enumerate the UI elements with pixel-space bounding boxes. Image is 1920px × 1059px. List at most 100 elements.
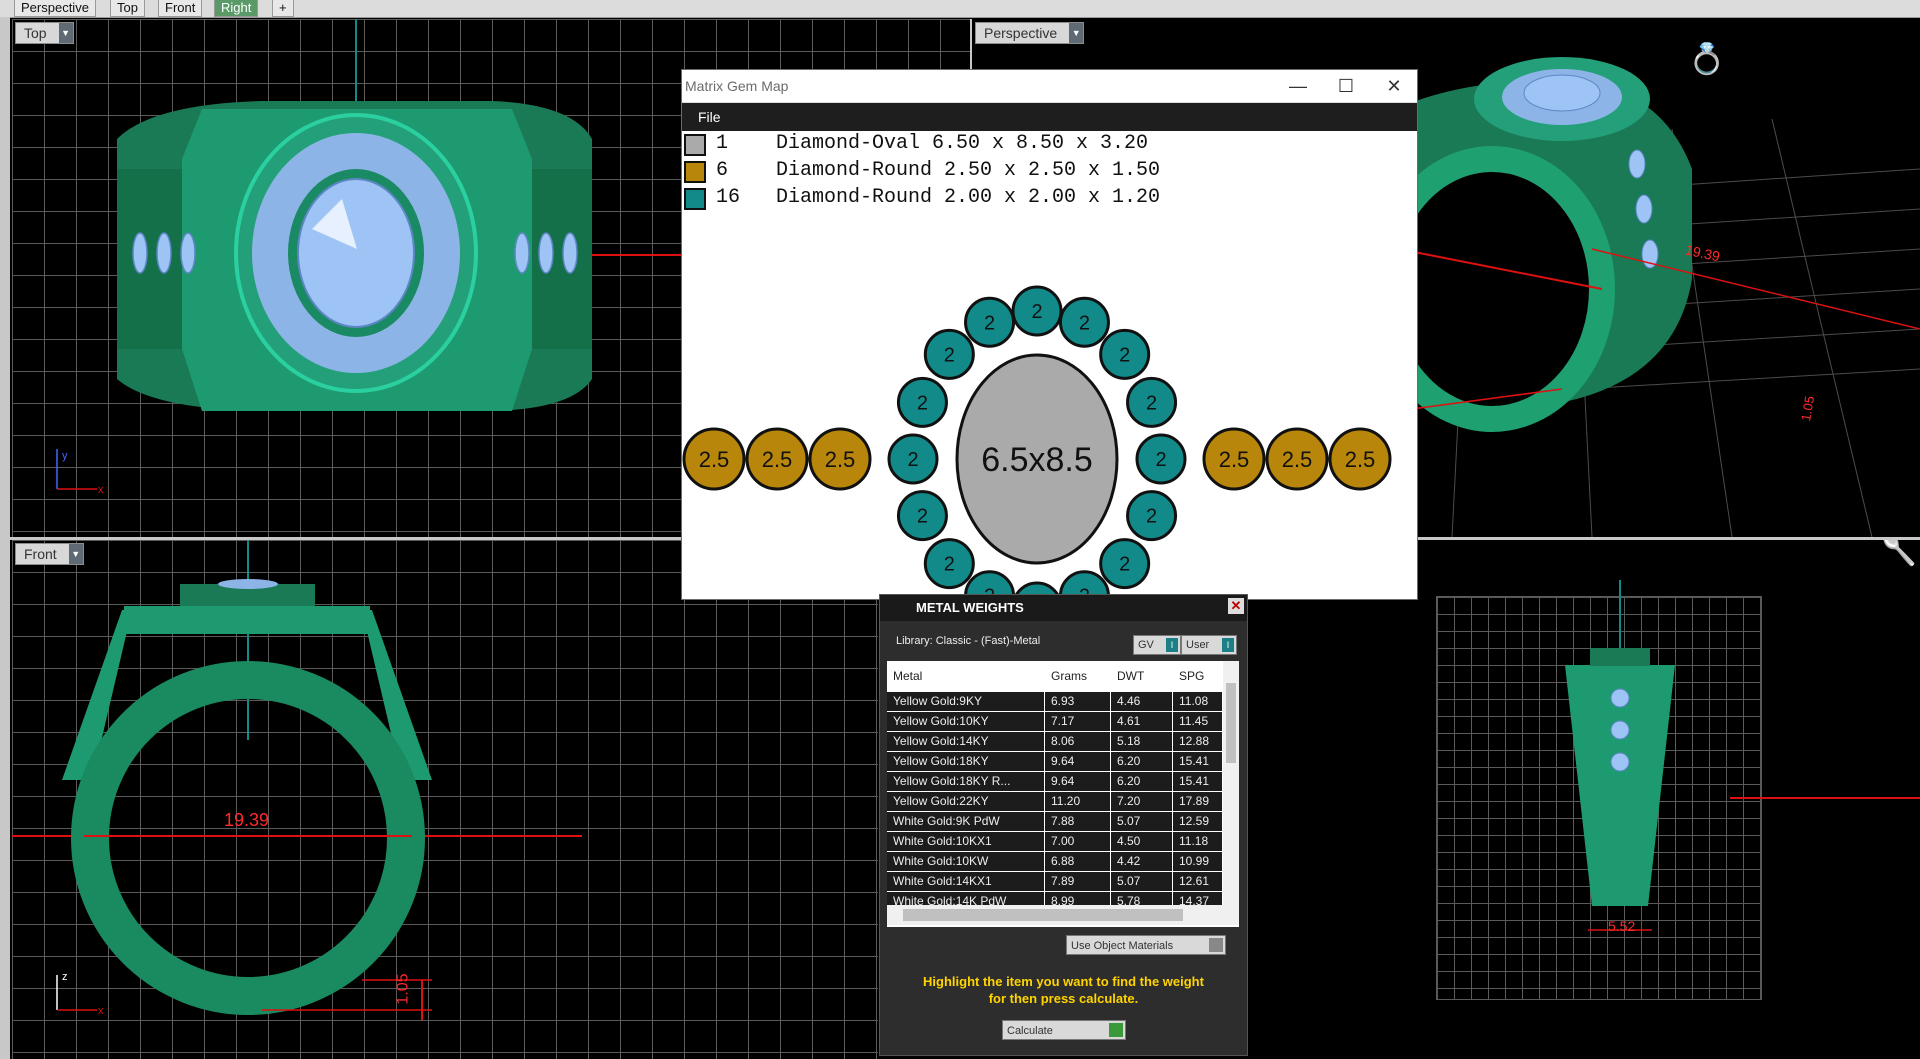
svg-text:y: y: [62, 450, 68, 462]
gv-toggle[interactable]: GV I: [1133, 635, 1181, 655]
table-cell: Yellow Gold:18KY: [887, 752, 1045, 771]
side-gem-label: 2.5: [1345, 447, 1376, 472]
svg-text:x: x: [98, 484, 104, 496]
menu-file[interactable]: File: [698, 109, 721, 125]
table-row[interactable]: White Gold:9K PdW 7.88 5.07 12.59: [887, 811, 1239, 831]
table-cell: 5.07: [1111, 872, 1173, 891]
viewport-label-top[interactable]: Top ▼: [15, 22, 74, 44]
table-cell: White Gold:10KX1: [887, 832, 1045, 851]
close-button[interactable]: ✕: [1371, 74, 1417, 98]
table-cell: 9.64: [1045, 772, 1111, 791]
calculate-button[interactable]: Calculate: [1002, 1020, 1126, 1040]
dimension-label: 5.52: [1608, 918, 1636, 934]
table-cell: 12.59: [1173, 812, 1223, 831]
ring-front-view: z x: [12, 540, 582, 1020]
metal-weights-titlebar[interactable]: METAL WEIGHTS ✕: [880, 595, 1247, 621]
panel-title: METAL WEIGHTS: [916, 600, 1024, 615]
side-gem-label: 2.5: [699, 447, 730, 472]
halo-gem-label: 2: [1155, 449, 1166, 471]
column-header[interactable]: Grams: [1051, 661, 1087, 691]
table-cell: 6.93: [1045, 692, 1111, 711]
table-cell: Yellow Gold:22KY: [887, 792, 1045, 811]
column-header[interactable]: Metal: [893, 661, 922, 691]
table-cell: 7.88: [1045, 812, 1111, 831]
table-cell: 10.99: [1173, 852, 1223, 871]
halo-gem-label: 2: [944, 554, 955, 576]
use-object-materials-dropdown[interactable]: Use Object Materials: [1066, 935, 1226, 955]
viewport-right[interactable]: 🥄 5.52: [1420, 540, 1920, 1059]
halo-gem-label: 2: [1079, 312, 1090, 334]
tab-top[interactable]: Top: [110, 0, 145, 17]
viewport-front[interactable]: z x 19.39 1.05 Front ▼: [12, 540, 878, 1059]
window-title: Matrix Gem Map: [685, 78, 789, 94]
table-cell: White Gold:10KW: [887, 852, 1045, 871]
table-cell: 6.20: [1111, 772, 1173, 791]
viewport-label-perspective[interactable]: Perspective ▼: [975, 22, 1085, 44]
maximize-button[interactable]: ☐: [1323, 74, 1369, 98]
gem-legend-row[interactable]: 6 Diamond-Round 2.50 x 2.50 x 1.50: [682, 159, 1160, 183]
table-cell: Yellow Gold:18KY R...: [887, 772, 1045, 791]
viewport-label-front[interactable]: Front ▼: [15, 543, 84, 565]
svg-text:💍: 💍: [1688, 41, 1725, 77]
table-cell: 17.89: [1173, 792, 1223, 811]
table-cell: 15.41: [1173, 752, 1223, 771]
table-row[interactable]: Yellow Gold:18KY R... 9.64 6.20 15.41: [887, 771, 1239, 791]
close-icon[interactable]: ✕: [1228, 598, 1244, 614]
table-cell: 11.08: [1173, 692, 1223, 711]
column-header[interactable]: DWT: [1117, 661, 1144, 691]
halo-gem-label: 2: [1119, 554, 1130, 576]
color-swatch: [684, 161, 706, 183]
tab-front[interactable]: Front: [158, 0, 203, 17]
metal-weights-table: Metal Grams DWT SPG Yellow Gold:9KY 6.93 4…: [887, 661, 1239, 927]
dropdown-icon[interactable]: ▼: [68, 544, 83, 564]
table-cell: 12.61: [1173, 872, 1223, 891]
halo-gem-label: 2: [1146, 392, 1157, 414]
metal-weights-panel: METAL WEIGHTS ✕ Library: Classic - (Fast…: [879, 594, 1248, 1056]
table-cell: 6.20: [1111, 752, 1173, 771]
table-cell: White Gold:9K PdW: [887, 812, 1045, 831]
gem-map-titlebar[interactable]: Matrix Gem Map — ☐ ✕: [682, 70, 1417, 103]
scroll-thumb[interactable]: [1226, 683, 1236, 763]
scroll-thumb[interactable]: [903, 909, 1183, 921]
gem-legend-row[interactable]: 16 Diamond-Round 2.00 x 2.00 x 1.20: [682, 186, 1160, 210]
table-row[interactable]: Yellow Gold:14KY 8.06 5.18 12.88: [887, 731, 1239, 751]
table-cell: 15.41: [1173, 772, 1223, 791]
side-gem-label: 2.5: [825, 447, 856, 472]
side-gem-label: 2.5: [1282, 447, 1313, 472]
table-cell: 7.17: [1045, 712, 1111, 731]
column-header[interactable]: SPG: [1179, 661, 1204, 691]
horizontal-scrollbar[interactable]: [887, 905, 1239, 925]
table-row[interactable]: White Gold:10KX1 7.00 4.50 11.18: [887, 831, 1239, 851]
gem-layout-diagram: 6.5x8.522222222222222222.52.52.52.52.52.…: [682, 285, 1392, 599]
table-cell: 7.00: [1045, 832, 1111, 851]
table-row[interactable]: Yellow Gold:18KY 9.64 6.20 15.41: [887, 751, 1239, 771]
tab-right[interactable]: Right: [214, 0, 259, 17]
table-cell: 4.46: [1111, 692, 1173, 711]
center-gem-label: 6.5x8.5: [981, 441, 1093, 479]
table-cell: 12.88: [1173, 732, 1223, 751]
tab-add[interactable]: +: [272, 0, 294, 17]
tab-perspective[interactable]: Perspective: [14, 0, 96, 17]
table-row[interactable]: White Gold:10KW 6.88 4.42 10.99: [887, 851, 1239, 871]
dropdown-icon[interactable]: ▼: [58, 23, 73, 43]
table-cell: 4.42: [1111, 852, 1173, 871]
table-cell: 11.45: [1173, 712, 1223, 731]
minimize-button[interactable]: —: [1275, 74, 1321, 98]
user-toggle[interactable]: User I: [1181, 635, 1237, 655]
table-cell: 6.88: [1045, 852, 1111, 871]
table-row[interactable]: White Gold:14KX1 7.89 5.07 12.61: [887, 871, 1239, 891]
table-row[interactable]: Yellow Gold:22KY 11.20 7.20 17.89: [887, 791, 1239, 811]
table-cell: 4.50: [1111, 832, 1173, 851]
ring-side-view: 🥄: [1565, 540, 1920, 931]
table-row[interactable]: Yellow Gold:9KY 6.93 4.46 11.08: [887, 691, 1239, 711]
table-cell: Yellow Gold:14KY: [887, 732, 1045, 751]
table-row[interactable]: Yellow Gold:10KY 7.17 4.61 11.45: [887, 711, 1239, 731]
gem-legend-row[interactable]: 1 Diamond-Oval 6.50 x 8.50 x 3.20: [682, 132, 1148, 156]
table-cell: 7.89: [1045, 872, 1111, 891]
color-swatch: [684, 188, 706, 210]
vertical-scrollbar[interactable]: [1223, 661, 1239, 905]
dropdown-icon[interactable]: ▼: [1069, 23, 1084, 43]
gem-map-window: Matrix Gem Map — ☐ ✕ File 1 Diamond-Oval…: [681, 69, 1418, 600]
table-cell: 8.06: [1045, 732, 1111, 751]
halo-gem-label: 2: [1119, 344, 1130, 366]
